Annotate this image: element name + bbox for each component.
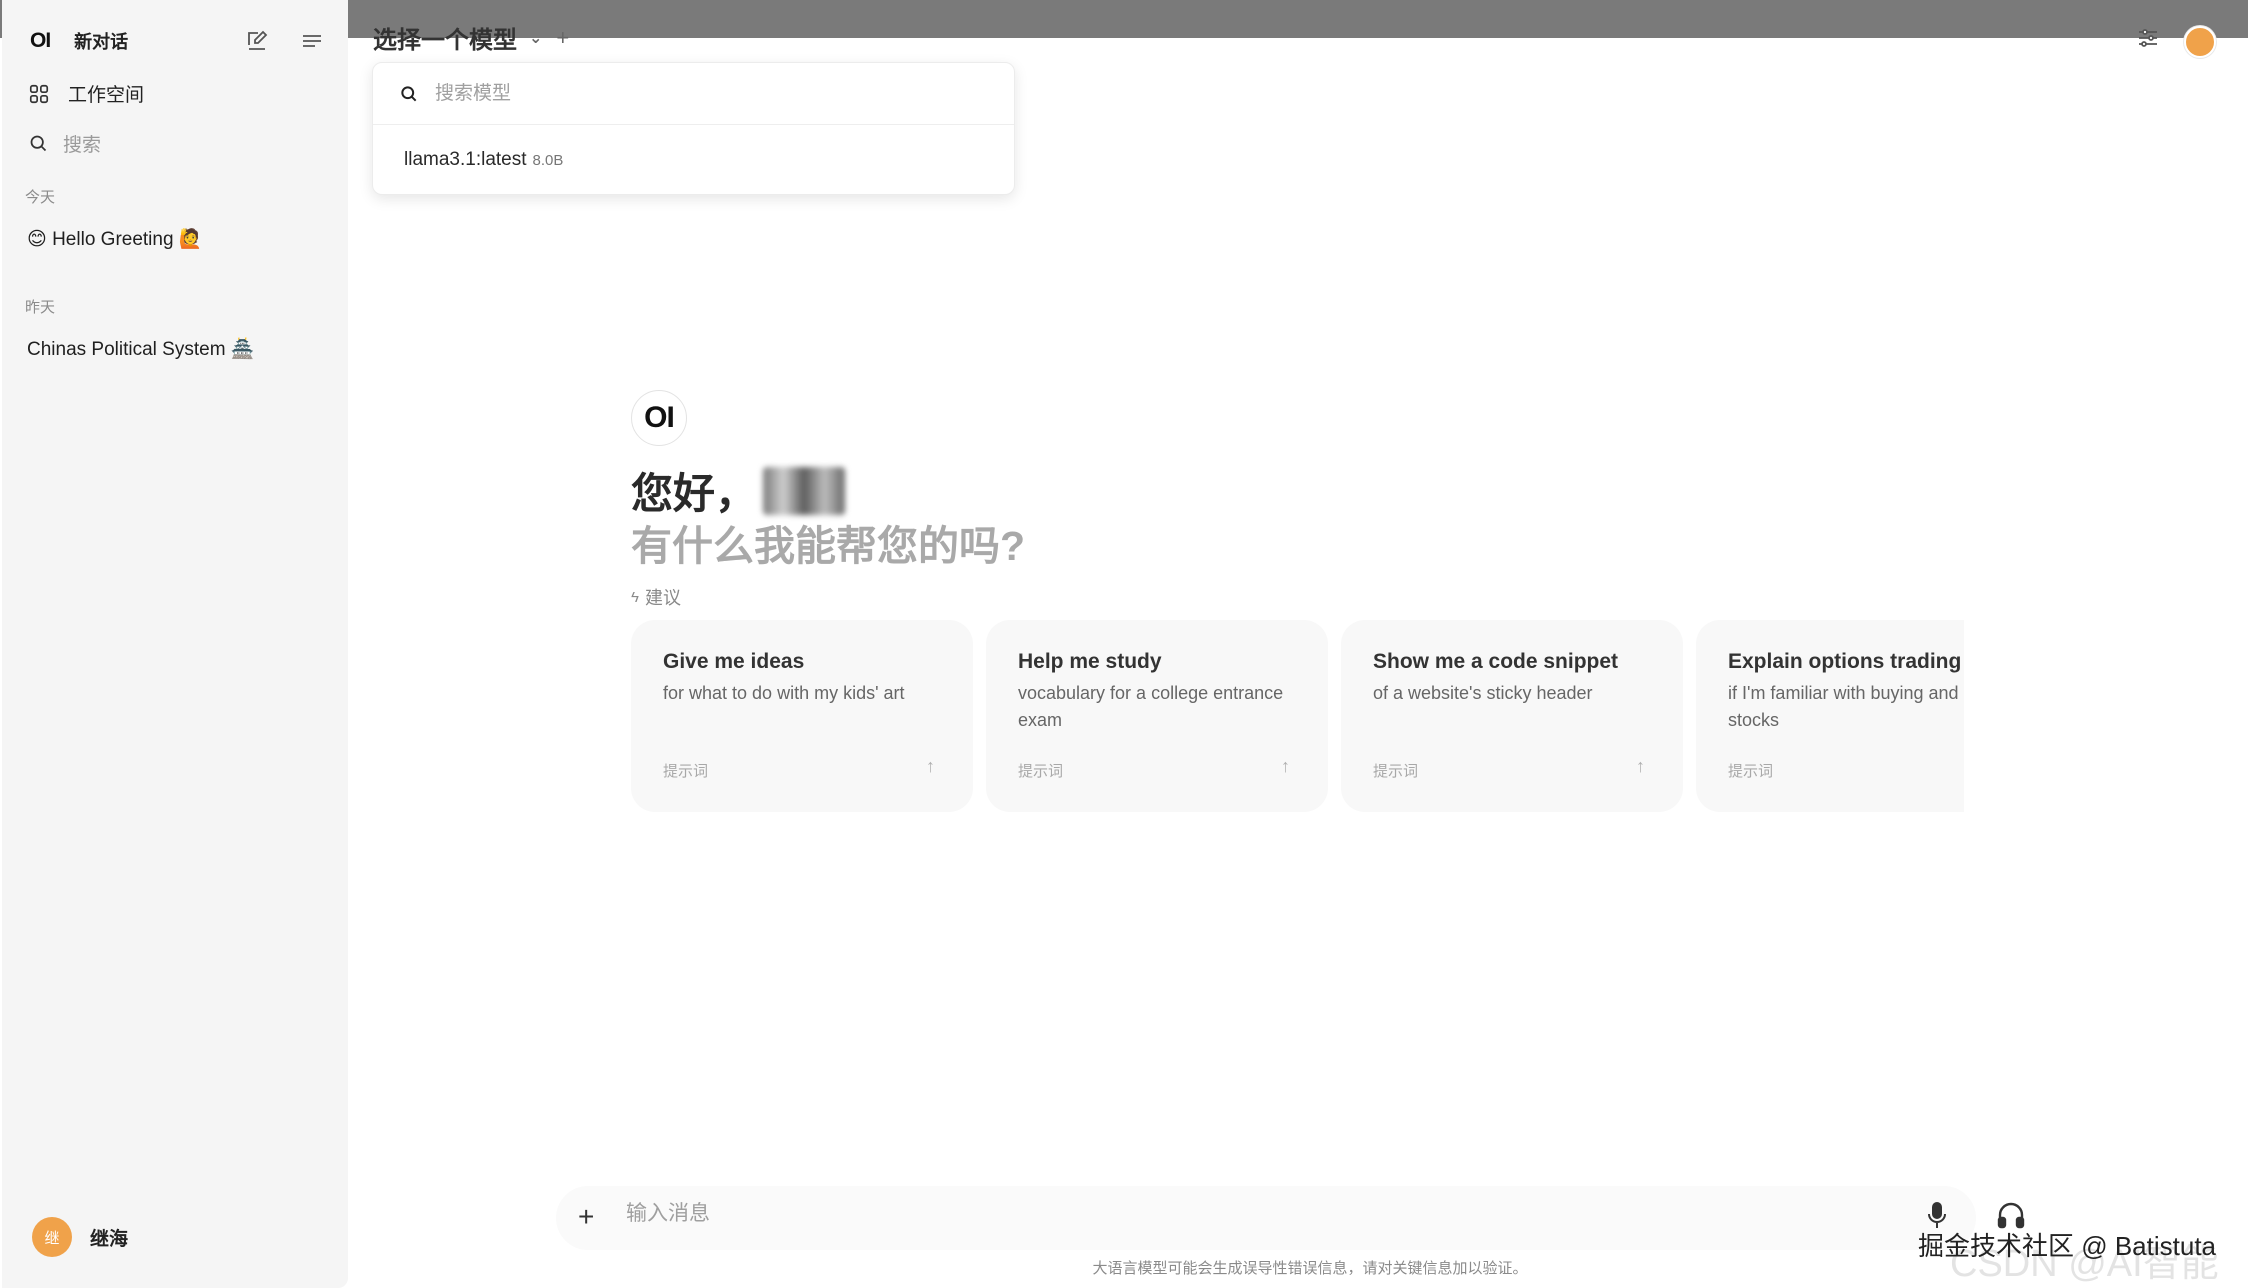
model-option[interactable]: llama3.1:latest 8.0B <box>404 149 563 171</box>
model-search-bar <box>373 63 1014 125</box>
header-user-avatar[interactable] <box>2184 26 2216 58</box>
chat-item-hello-greeting[interactable]: 😊 Hello Greeting 🙋 <box>27 227 202 251</box>
suggestion-cards: Give me ideas for what to do with my kid… <box>631 620 1964 815</box>
suggestion-tag: 提示词 <box>1728 763 1774 780</box>
suggestions-label: 建议 <box>644 588 681 608</box>
arrow-up-icon: ↑ <box>1636 756 1645 776</box>
suggestion-title: Help me study <box>1018 650 1162 673</box>
suggestion-card[interactable]: Explain options trading if I'm familiar … <box>1696 620 1964 812</box>
user-name: 继海 <box>90 1228 129 1250</box>
suggestion-tag: 提示词 <box>663 763 709 780</box>
model-option-size: 8.0B <box>532 152 564 169</box>
suggestion-title: Show me a code snippet <box>1373 650 1619 673</box>
workspace-label: 工作空间 <box>68 85 145 106</box>
suggestions-header: ϟ 建议 <box>631 584 681 610</box>
suggestion-subtitle: vocabulary for a college entrance exam <box>1018 683 1284 730</box>
model-option-name: llama3.1:latest <box>404 149 527 170</box>
sidebar-menu-icon[interactable] <box>297 26 327 56</box>
chat-item-political-system[interactable]: Chinas Political System 🏯 <box>27 337 254 361</box>
model-search-input[interactable] <box>435 82 975 105</box>
workspace-icon <box>29 84 49 103</box>
redacted-username <box>763 466 846 515</box>
suggestion-subtitle: for what to do with my kids' art <box>663 683 905 703</box>
add-model-icon[interactable]: + <box>556 25 569 51</box>
model-dropdown: llama3.1:latest 8.0B <box>372 62 1015 195</box>
chevron-down-icon[interactable]: ⌄ <box>529 28 542 48</box>
arrow-up-icon: ↑ <box>1281 756 1290 776</box>
search-icon <box>401 85 417 101</box>
suggestion-card[interactable]: Give me ideas for what to do with my kid… <box>631 620 973 812</box>
model-selector[interactable]: 选择一个模型 ⌄ + <box>373 20 569 55</box>
sidebar: OI 新对话 工作空间 搜索 今天 😊 Hello Greeting 🙋 昨天 … <box>2 0 348 1288</box>
arrow-up-icon: ↑ <box>926 756 935 776</box>
new-chat-row[interactable]: OI 新对话 <box>30 28 128 54</box>
section-yesterday: 昨天 <box>25 299 56 316</box>
user-profile[interactable]: 继 继海 <box>32 1217 128 1257</box>
compose-icon[interactable] <box>242 26 272 56</box>
suggestion-tag: 提示词 <box>1018 763 1064 780</box>
section-today: 今天 <box>25 189 56 206</box>
plus-icon[interactable]: + <box>578 1201 594 1233</box>
app-logo: OI <box>30 29 51 52</box>
greeting-subtitle: 有什么我能帮您的吗? <box>631 523 1026 569</box>
message-composer: + <box>556 1186 1976 1250</box>
suggestion-tag: 提示词 <box>1373 763 1419 780</box>
sidebar-item-workspace[interactable]: 工作空间 <box>28 80 144 107</box>
welcome-logo: OI <box>631 390 687 446</box>
disclaimer-text: 大语言模型可能会生成误导性错误信息，请对关键信息加以验证。 <box>1092 1260 1528 1277</box>
sidebar-search-placeholder: 搜索 <box>63 135 102 156</box>
suggestion-card[interactable]: Help me study vocabulary for a college e… <box>986 620 1328 812</box>
search-icon <box>30 135 47 152</box>
suggestion-subtitle: of a website's sticky header <box>1373 683 1593 703</box>
suggestion-subtitle: if I'm familiar with buying and selling … <box>1728 683 1964 730</box>
suggestion-title: Give me ideas <box>663 650 805 673</box>
suggestion-card[interactable]: Show me a code snippet of a website's st… <box>1341 620 1683 812</box>
new-chat-label[interactable]: 新对话 <box>74 28 128 54</box>
sidebar-search[interactable]: 搜索 <box>28 130 101 157</box>
user-avatar[interactable]: 继 <box>32 1217 72 1257</box>
settings-sliders-icon[interactable] <box>2136 26 2160 55</box>
suggestion-title: Explain options trading <box>1728 650 1962 673</box>
model-select-label: 选择一个模型 <box>373 27 517 54</box>
message-input[interactable] <box>626 1202 1826 1226</box>
bolt-icon: ϟ <box>631 588 639 606</box>
